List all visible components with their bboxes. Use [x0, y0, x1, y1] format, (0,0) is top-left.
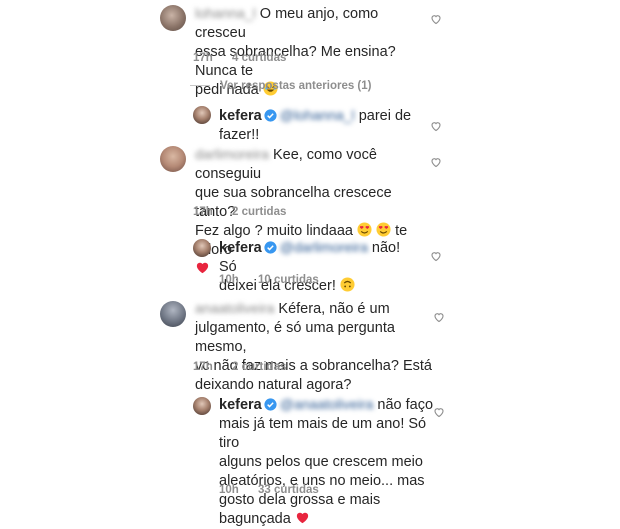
upside-down-face-emoji-icon [340, 277, 355, 292]
comment-meta: 10h 33 curtidas [219, 484, 319, 496]
avatar[interactable] [193, 239, 211, 257]
mention-blurred[interactable]: @lohanna_l [280, 106, 355, 125]
like-heart-icon[interactable] [430, 250, 442, 262]
comment-anaatoliveira: anaatoliveira Kéfera, não é um julgament… [0, 295, 620, 393]
comment-darlimoreira: darlimoreira Kee, como você conseguiu qu… [0, 140, 620, 274]
comment-line: parei de [358, 108, 412, 124]
reply-kefera-1: kefera @lohanna_l parei de fazer!! [0, 100, 620, 145]
likes-count[interactable]: 4 curtidas [232, 52, 286, 64]
verified-badge-icon [264, 109, 277, 122]
view-previous-replies-link[interactable]: Ver respostas anteriores (1) [190, 80, 372, 92]
red-heart-emoji-icon [296, 512, 308, 524]
comment-lohanna: lohanna_l O meu anjo, como cresceu essa … [0, 0, 620, 98]
likes-count[interactable]: 10 curtidas [258, 274, 319, 286]
divider-line [190, 85, 210, 87]
verified-badge-icon [264, 241, 277, 254]
reply-kefera-2: kefera @darlimoreira não! Só deixei ela c… [0, 233, 620, 294]
timestamp: 17h [193, 52, 213, 64]
comment-meta: 10h 10 curtidas [219, 274, 319, 286]
likes-count[interactable]: 2 curtidas [232, 361, 286, 373]
comment-line: não faço [377, 397, 434, 413]
comment-line: bagunçada [219, 511, 291, 527]
avatar[interactable] [160, 146, 186, 172]
username-blurred[interactable]: anaatoliveira [195, 299, 274, 318]
avatar[interactable] [160, 5, 186, 31]
comment-line: julgamento, é só uma pergunta mesmo, [195, 320, 395, 355]
timestamp: 17h [193, 361, 213, 373]
verified-badge-icon [264, 398, 277, 411]
timestamp: 10h [219, 274, 239, 286]
comment-line: alguns pelos que crescem meio [219, 454, 423, 470]
like-heart-icon[interactable] [433, 311, 445, 323]
timestamp: 17h [193, 206, 213, 218]
likes-count[interactable]: 2 curtidas [232, 206, 286, 218]
like-heart-icon[interactable] [430, 13, 442, 25]
comment-meta: 17h 2 curtidas [193, 206, 286, 218]
username[interactable]: kefera [219, 240, 262, 256]
comment-line: Kéfera, não é um [278, 301, 390, 317]
comment-body: kefera @anaatoliveira não faço mais já te… [219, 395, 434, 529]
like-heart-icon[interactable] [430, 156, 442, 168]
mention-blurred[interactable]: @anaatoliveira [280, 395, 374, 414]
username-blurred[interactable]: lohanna_l [195, 4, 256, 23]
avatar[interactable] [193, 397, 211, 415]
mention-blurred[interactable]: @darlimoreira [280, 238, 368, 257]
like-heart-icon[interactable] [430, 120, 442, 132]
reply-kefera-3: kefera @anaatoliveira não faço mais já te… [0, 390, 620, 527]
comment-meta: 17h 2 curtidas [193, 361, 286, 373]
comment-meta: 17h 4 curtidas [193, 52, 286, 64]
timestamp: 10h [219, 484, 239, 496]
comment-body: anaatoliveira Kéfera, não é um julgament… [195, 299, 435, 395]
like-heart-icon[interactable] [433, 406, 445, 418]
likes-count[interactable]: 33 curtidas [258, 484, 319, 496]
username[interactable]: kefera [219, 108, 262, 124]
username[interactable]: kefera [219, 397, 262, 413]
view-replies-label: Ver respostas anteriores (1) [220, 80, 372, 92]
avatar[interactable] [193, 106, 211, 124]
avatar[interactable] [160, 301, 186, 327]
comment-body: kefera @darlimoreira não! Só deixei ela c… [219, 238, 419, 296]
comment-line: mais já tem mais de um ano! Só tiro [219, 416, 427, 451]
username-blurred[interactable]: darlimoreira [195, 145, 269, 164]
